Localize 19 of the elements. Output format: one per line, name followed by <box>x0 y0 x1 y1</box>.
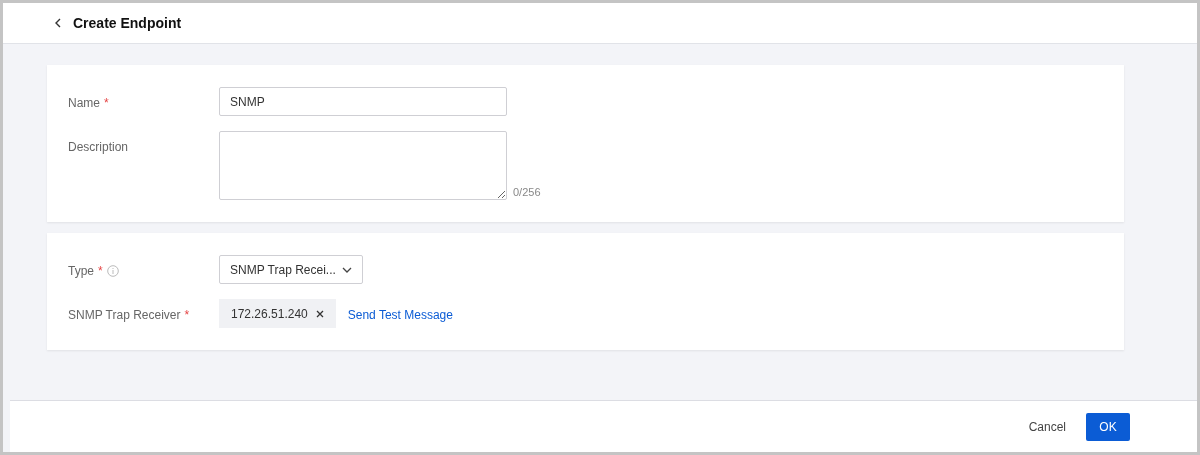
close-icon[interactable] <box>315 309 324 318</box>
description-field[interactable] <box>219 131 507 200</box>
field-label: Name <box>68 95 100 112</box>
required-mark: * <box>98 263 103 280</box>
tag-label: 172.26.51.240 <box>231 305 308 323</box>
send-test-link[interactable]: Send Test Message <box>347 299 453 324</box>
back-icon[interactable] <box>55 18 61 28</box>
required-mark: * <box>184 307 190 324</box>
required-mark: * <box>104 95 109 112</box>
field-label: Type <box>68 263 94 280</box>
page-title: Create Endpoint <box>73 13 182 33</box>
field-label: Description <box>68 139 129 156</box>
name-field[interactable]: SNMP <box>219 87 507 116</box>
chevron-down-icon <box>342 266 352 273</box>
ok-button[interactable]: OK <box>1086 412 1130 441</box>
cancel-button[interactable]: Cancel <box>1028 417 1066 436</box>
field-label: SNMP Trap Receiver <box>68 307 181 324</box>
character-counter: 0/256 <box>513 184 541 200</box>
type-dropdown[interactable]: SNMP Trap Recei... <box>219 255 363 284</box>
